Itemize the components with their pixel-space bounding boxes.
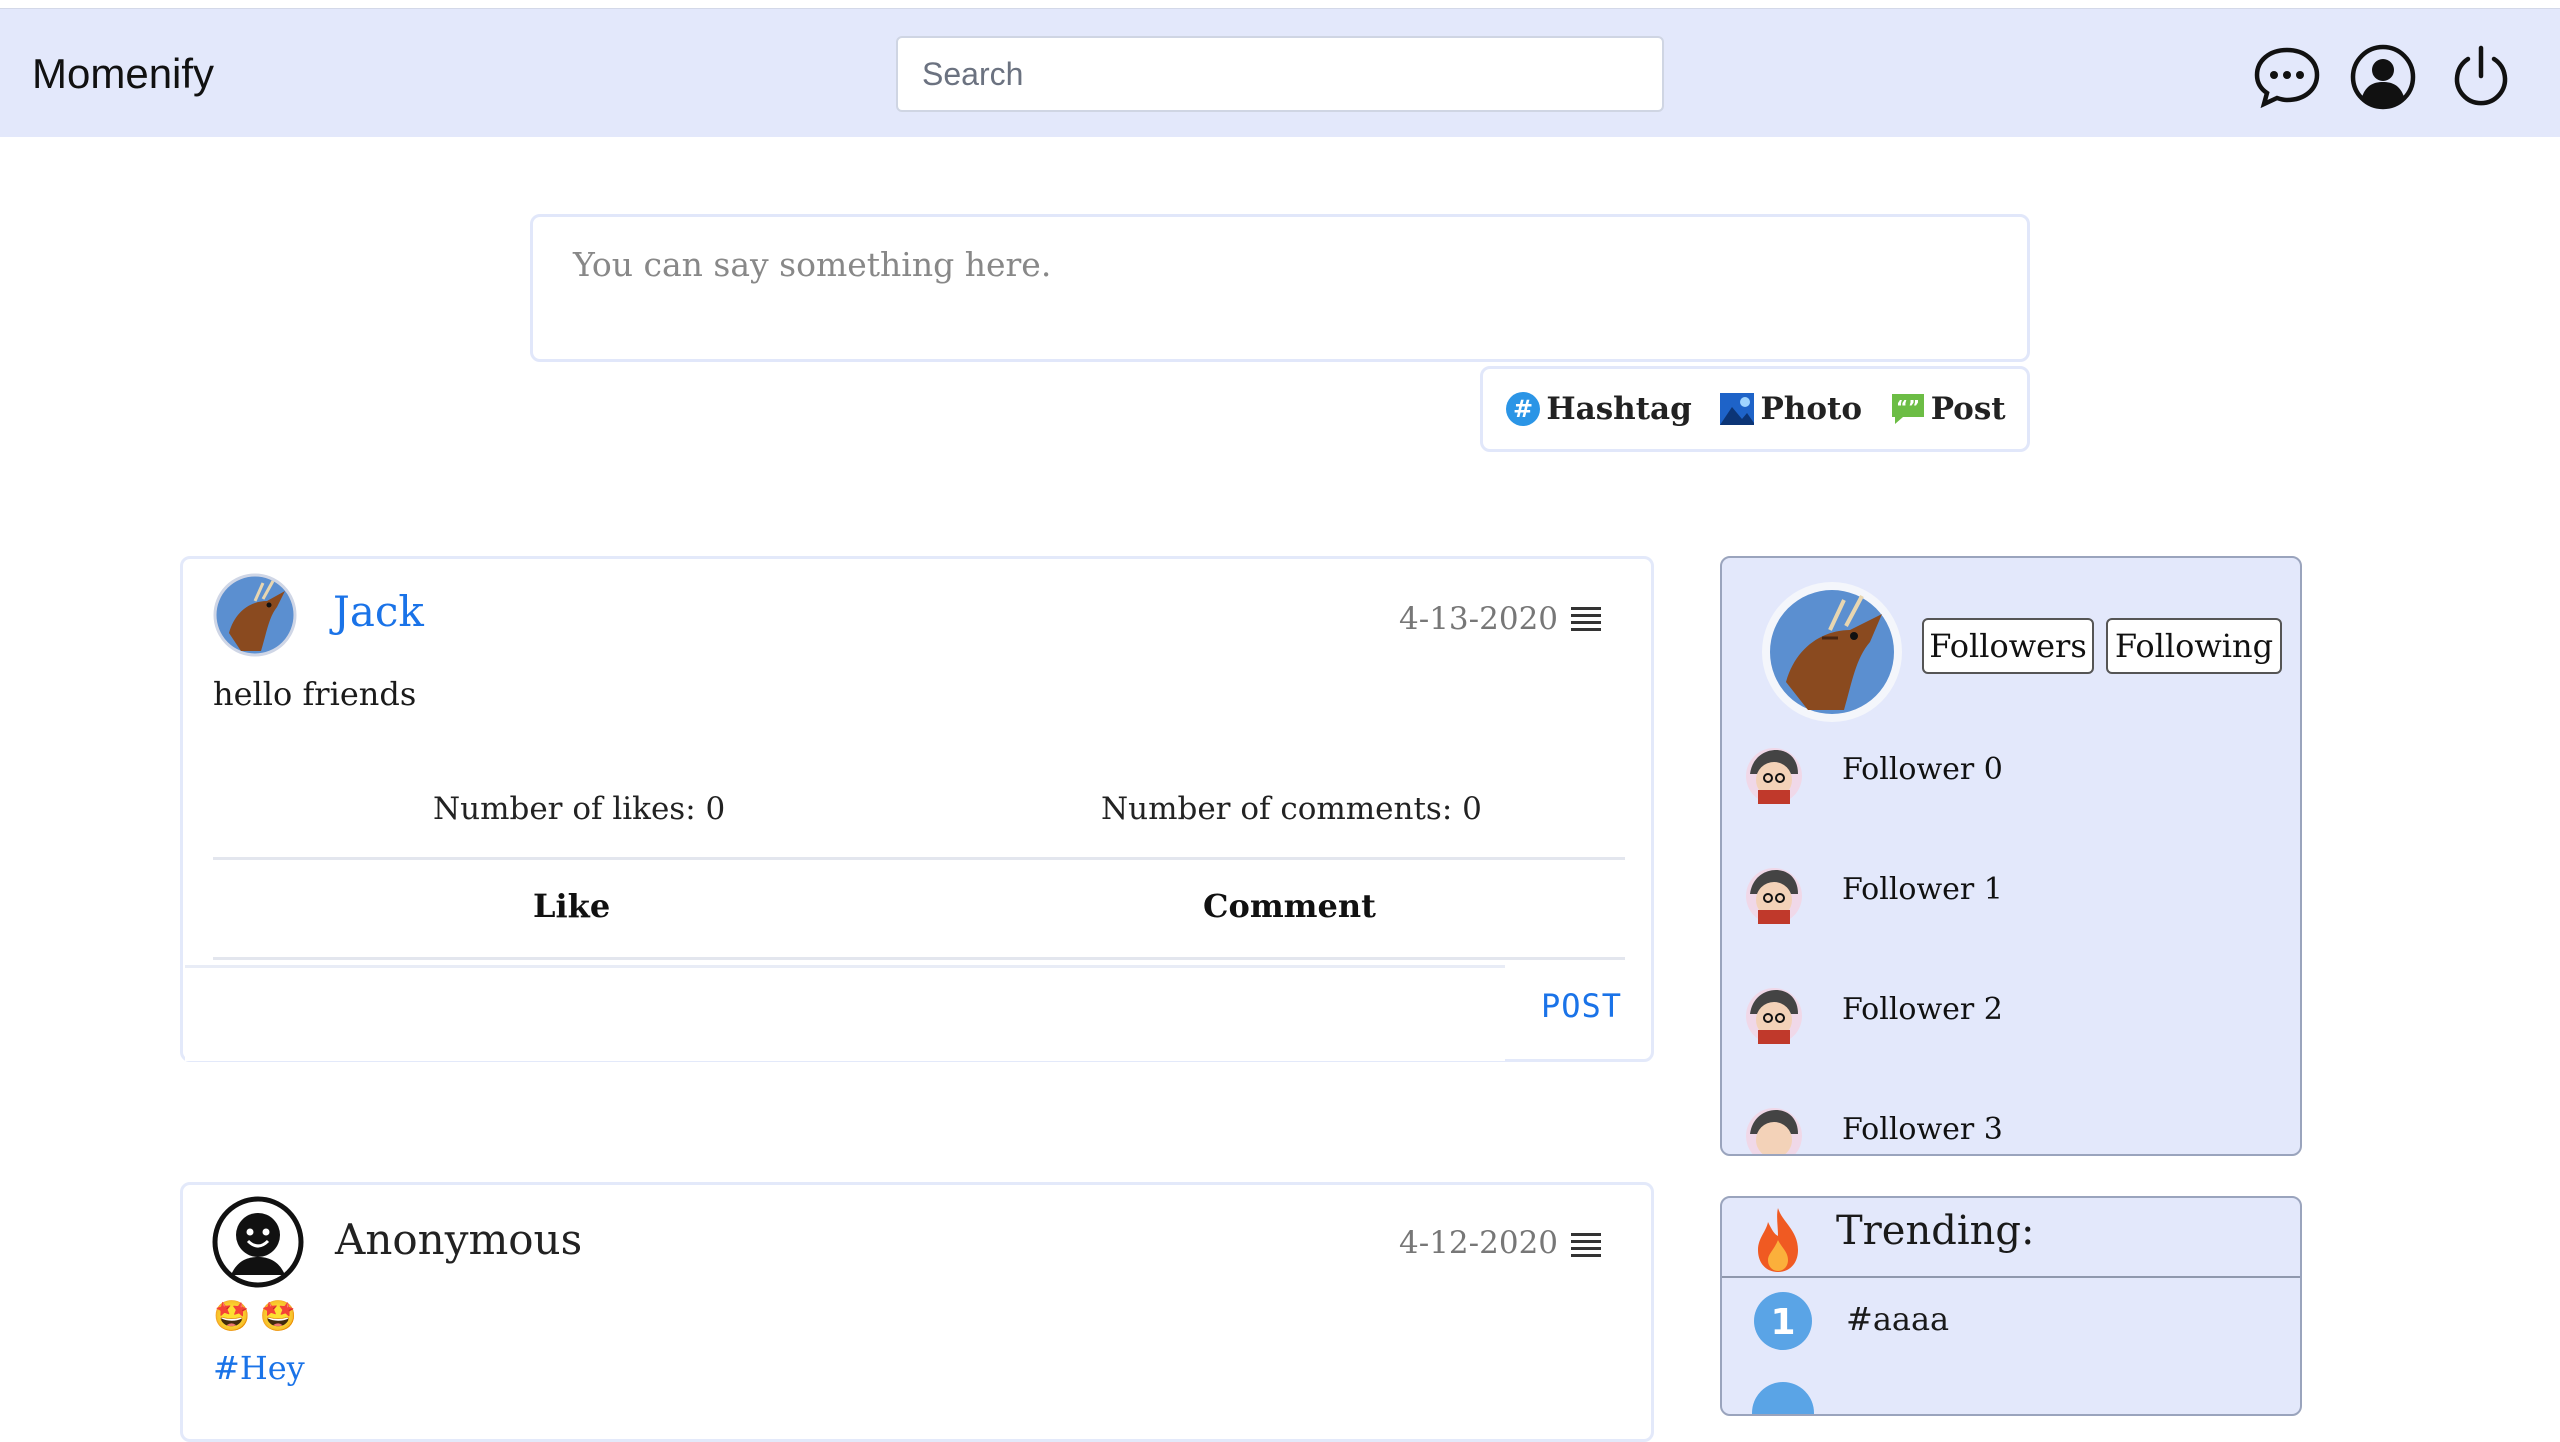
post-author[interactable]: Jack [333, 587, 424, 636]
likes-count: Number of likes: 0 [433, 791, 726, 827]
post-text: 🤩 🤩 [213, 1299, 298, 1334]
photo-icon [1720, 393, 1755, 425]
profile-avatar[interactable] [1758, 578, 1906, 726]
comments-count: Number of comments: 0 [1101, 791, 1482, 827]
trending-tag: #aaaa [1846, 1300, 1950, 1338]
comment-input[interactable] [185, 965, 1505, 1061]
svg-text:1: 1 [1770, 1302, 1795, 1343]
following-tab[interactable]: Following [2106, 618, 2282, 674]
like-button[interactable]: Like [533, 887, 610, 925]
profile-panel: Followers Following Follower 0 Follower … [1720, 556, 2302, 1156]
search-input[interactable] [896, 36, 1664, 112]
anonymous-avatar[interactable] [211, 1195, 305, 1289]
post-card: Anonymous 4-12-2020 🤩 🤩 #Hey [180, 1182, 1654, 1442]
post-hashtag-link[interactable]: #Hey [213, 1349, 305, 1387]
post-menu-icon[interactable] [1571, 607, 1601, 633]
chat-icon[interactable] [2252, 42, 2322, 112]
post-date: 4-12-2020 [1399, 1225, 1559, 1261]
post-button[interactable]: “” Post [1889, 391, 2006, 427]
rank-badge-icon: 1 [1754, 1292, 1812, 1350]
hashtag-button[interactable]: # Hashtag [1504, 390, 1692, 428]
follower-avatar [1746, 1108, 1802, 1154]
status-composer-input[interactable] [530, 214, 2030, 362]
divider [213, 857, 1625, 860]
fire-icon [1758, 1208, 1798, 1272]
hashtag-label: Hashtag [1546, 391, 1692, 427]
follower-avatar [1746, 868, 1802, 924]
follower-avatar [1746, 748, 1802, 804]
comment-button[interactable]: Comment [1203, 887, 1376, 925]
post-text: hello friends [213, 675, 417, 713]
post-comment-button[interactable]: POST [1541, 987, 1622, 1025]
follower-name: Follower 1 [1842, 872, 2003, 907]
composer-actions: # Hashtag Photo “” Post [1480, 366, 2030, 452]
power-icon[interactable] [2446, 42, 2516, 112]
svg-text:“”: “” [1896, 397, 1920, 418]
rank-badge-icon [1752, 1382, 1814, 1414]
svg-text:#: # [1513, 395, 1533, 423]
follower-name: Follower 3 [1842, 1112, 2003, 1147]
brand-logo[interactable]: Momenify [32, 50, 214, 98]
post-date: 4-13-2020 [1399, 601, 1559, 637]
follower-avatar [1746, 988, 1802, 1044]
hashtag-icon: # [1506, 392, 1541, 426]
divider [213, 957, 1625, 960]
post-author[interactable]: Anonymous [335, 1215, 582, 1264]
photo-label: Photo [1760, 391, 1863, 427]
author-avatar[interactable] [211, 571, 299, 659]
trending-title: Trending: [1836, 1208, 2035, 1254]
post-card: Jack 4-13-2020 hello friends Number of l… [180, 556, 1654, 1062]
quote-bubble-icon: “” [1891, 394, 1924, 424]
photo-button[interactable]: Photo [1718, 391, 1862, 427]
trending-panel: Trending: 1 #aaaa [1720, 1196, 2302, 1416]
follower-name: Follower 0 [1842, 752, 2003, 787]
post-label: Post [1930, 391, 2006, 427]
followers-tab[interactable]: Followers [1922, 618, 2094, 674]
trending-item[interactable]: 1 #aaaa [1752, 1290, 2272, 1354]
user-account-icon[interactable] [2348, 42, 2418, 112]
post-menu-icon[interactable] [1571, 1233, 1601, 1259]
follower-name: Follower 2 [1842, 992, 2003, 1027]
divider [1722, 1276, 2300, 1278]
